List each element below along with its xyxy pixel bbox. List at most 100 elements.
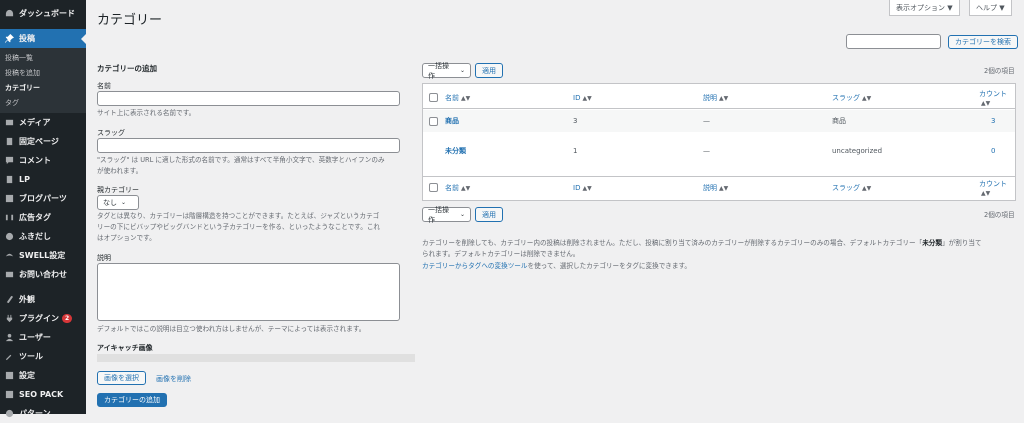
menu-users[interactable]: ユーザー xyxy=(0,328,86,347)
appearance-icon xyxy=(5,295,14,304)
submenu-tags[interactable]: タグ xyxy=(0,95,86,110)
lp-icon xyxy=(5,175,14,184)
menu-contact[interactable]: お問い合わせ xyxy=(0,265,86,284)
bulk-action-select-bottom[interactable]: 一括操作 ⌄ xyxy=(422,205,471,224)
table-row: 商品 3 — 商品 3 xyxy=(423,110,1015,132)
user-icon xyxy=(5,333,14,342)
comment-icon xyxy=(5,156,14,165)
add-category-button[interactable]: カテゴリーの追加 xyxy=(97,393,167,407)
menu-lp[interactable]: LP xyxy=(0,170,86,189)
menu-comments[interactable]: コメント xyxy=(0,151,86,170)
chevron-down-icon: ⌄ xyxy=(459,67,465,74)
submenu-add-post[interactable]: 投稿を追加 xyxy=(0,65,86,80)
slug-input[interactable] xyxy=(97,138,400,153)
description-label: 説明 xyxy=(97,254,111,262)
menu-swell[interactable]: SWELL設定 xyxy=(0,246,86,265)
menu-media[interactable]: メディア xyxy=(0,113,86,132)
menu-label: プラグイン xyxy=(19,314,59,323)
eyecatch-preview xyxy=(97,354,415,362)
column-id-label: ID xyxy=(573,93,581,102)
menu-tools[interactable]: ツール xyxy=(0,347,86,366)
column-id-footer[interactable]: ID ▲▼ xyxy=(573,184,592,192)
category-slug: uncategorized xyxy=(832,147,883,155)
bulk-action-value: 一括操作 xyxy=(428,205,449,224)
name-description: サイト上に表示される名前です。 xyxy=(97,109,196,117)
bulk-action-select-top[interactable]: 一括操作 ⌄ xyxy=(422,62,471,80)
row-checkbox[interactable] xyxy=(429,116,438,126)
converter-link[interactable]: カテゴリーからタグへの変換ツール xyxy=(422,262,528,270)
category-count-link[interactable]: 0 xyxy=(991,147,995,155)
apply-button-bottom[interactable]: 適用 xyxy=(475,207,503,222)
column-name-footer[interactable]: 名前 ▲▼ xyxy=(445,183,470,193)
menu-label: 広告タグ xyxy=(19,213,51,222)
screen-options-button[interactable]: 表示オプション ▼ xyxy=(889,0,960,16)
column-slug[interactable]: スラッグ ▲▼ xyxy=(832,93,871,103)
column-description[interactable]: 説明 ▲▼ xyxy=(703,93,728,103)
submenu-all-posts[interactable]: 投稿一覧 xyxy=(0,50,86,65)
description-help: デフォルトではこの説明は目立つ使われ方はしませんが、テーマによっては表示されます… xyxy=(97,325,366,333)
converter-note-text: を使って、選択したカテゴリーをタグに変換できます。 xyxy=(527,262,692,270)
parent-description-3: はオプションです。 xyxy=(97,234,156,242)
category-id: 3 xyxy=(573,117,578,125)
menu-adtag[interactable]: 広告タグ xyxy=(0,208,86,227)
sort-icon: ▲▼ xyxy=(719,94,729,102)
name-input[interactable] xyxy=(97,91,400,106)
table-header-row: 名前 ▲▼ ID ▲▼ 説明 ▲▼ スラッグ ▲▼ カウント▲▼ xyxy=(423,87,1015,109)
select-all-checkbox[interactable] xyxy=(429,93,438,102)
menu-posts[interactable]: 投稿 xyxy=(0,29,86,48)
select-image-button[interactable]: 画像を選択 xyxy=(97,371,146,385)
description-textarea[interactable] xyxy=(97,263,400,321)
menu-settings[interactable]: 設定 xyxy=(0,366,86,385)
chevron-down-icon: ⌄ xyxy=(121,199,127,206)
name-label: 名前 xyxy=(97,82,111,90)
menu-seo-pack[interactable]: SEO PACK xyxy=(0,385,86,404)
sort-icon: ▲▼ xyxy=(981,99,991,107)
menu-label: 設定 xyxy=(19,371,35,380)
remove-image-link[interactable]: 画像を削除 xyxy=(156,374,191,384)
search-input[interactable] xyxy=(846,34,941,49)
category-id: 1 xyxy=(573,147,578,155)
menu-balloon[interactable]: ふきだし xyxy=(0,227,86,246)
menu-plugins[interactable]: プラグイン 2 xyxy=(0,309,86,328)
sort-icon: ▲▼ xyxy=(981,189,991,197)
column-count-footer[interactable]: カウント▲▼ xyxy=(979,179,1015,197)
search-categories-button[interactable]: カテゴリーを検索 xyxy=(948,35,1018,49)
column-count-label: カウント xyxy=(979,89,1007,98)
menu-label: SEO PACK xyxy=(19,390,64,399)
column-slug-footer[interactable]: スラッグ ▲▼ xyxy=(832,183,871,193)
category-name-link[interactable]: 未分類 xyxy=(445,146,466,156)
column-count-label: カウント xyxy=(979,179,1007,188)
menu-blogparts[interactable]: ブログパーツ xyxy=(0,189,86,208)
menu-label: ツール xyxy=(19,352,43,361)
select-all-checkbox-footer[interactable] xyxy=(429,183,438,192)
apply-button-top[interactable]: 適用 xyxy=(475,63,503,78)
menu-label: 外観 xyxy=(19,295,35,304)
column-description-footer[interactable]: 説明 ▲▼ xyxy=(703,183,728,193)
menu-label: ブログパーツ xyxy=(19,194,67,203)
column-slug-label: スラッグ xyxy=(832,183,860,192)
menu-pages[interactable]: 固定ページ xyxy=(0,132,86,151)
menu-appearance[interactable]: 外観 xyxy=(0,290,86,309)
converter-note: カテゴリーからタグへの変換ツールを使って、選択したカテゴリーをタグに変換できます… xyxy=(422,261,691,272)
menu-label: 固定ページ xyxy=(19,137,59,146)
parent-description-1: タグとは異なり、カテゴリーは階層構造を持つことができます。たとえば、ジャズという… xyxy=(97,212,380,220)
items-count-top: 2個の項目 xyxy=(984,67,1015,75)
table-footer-row: 名前 ▲▼ ID ▲▼ 説明 ▲▼ スラッグ ▲▼ カウント▲▼ xyxy=(423,176,1015,198)
category-count-link[interactable]: 3 xyxy=(991,117,995,125)
column-count[interactable]: カウント▲▼ xyxy=(979,89,1015,107)
menu-label: 投稿 xyxy=(19,34,35,43)
main-content: カテゴリー 表示オプション ▼ ヘルプ ▼ カテゴリーを検索 カテゴリーの追加 … xyxy=(86,0,1024,414)
column-id[interactable]: ID ▲▼ xyxy=(573,94,592,102)
category-slug: 商品 xyxy=(832,117,846,125)
parent-category-select[interactable]: なし ⌄ xyxy=(97,195,139,210)
category-name-link[interactable]: 商品 xyxy=(445,116,459,126)
help-button[interactable]: ヘルプ ▼ xyxy=(969,0,1012,16)
sort-icon: ▲▼ xyxy=(862,94,872,102)
slug-description-1: "スラッグ" は URL に適した形式の名前です。通常はすべて半角小文字で、英数… xyxy=(97,156,385,164)
sort-icon: ▲▼ xyxy=(582,94,592,102)
delete-note-2: られます。デフォルトカテゴリーは削除できません。 xyxy=(422,250,580,258)
posts-submenu: 投稿一覧 投稿を追加 カテゴリー タグ xyxy=(0,48,86,113)
submenu-categories[interactable]: カテゴリー xyxy=(0,80,86,95)
column-name[interactable]: 名前 ▲▼ xyxy=(445,93,470,103)
menu-dashboard[interactable]: ダッシュボード xyxy=(0,4,86,23)
